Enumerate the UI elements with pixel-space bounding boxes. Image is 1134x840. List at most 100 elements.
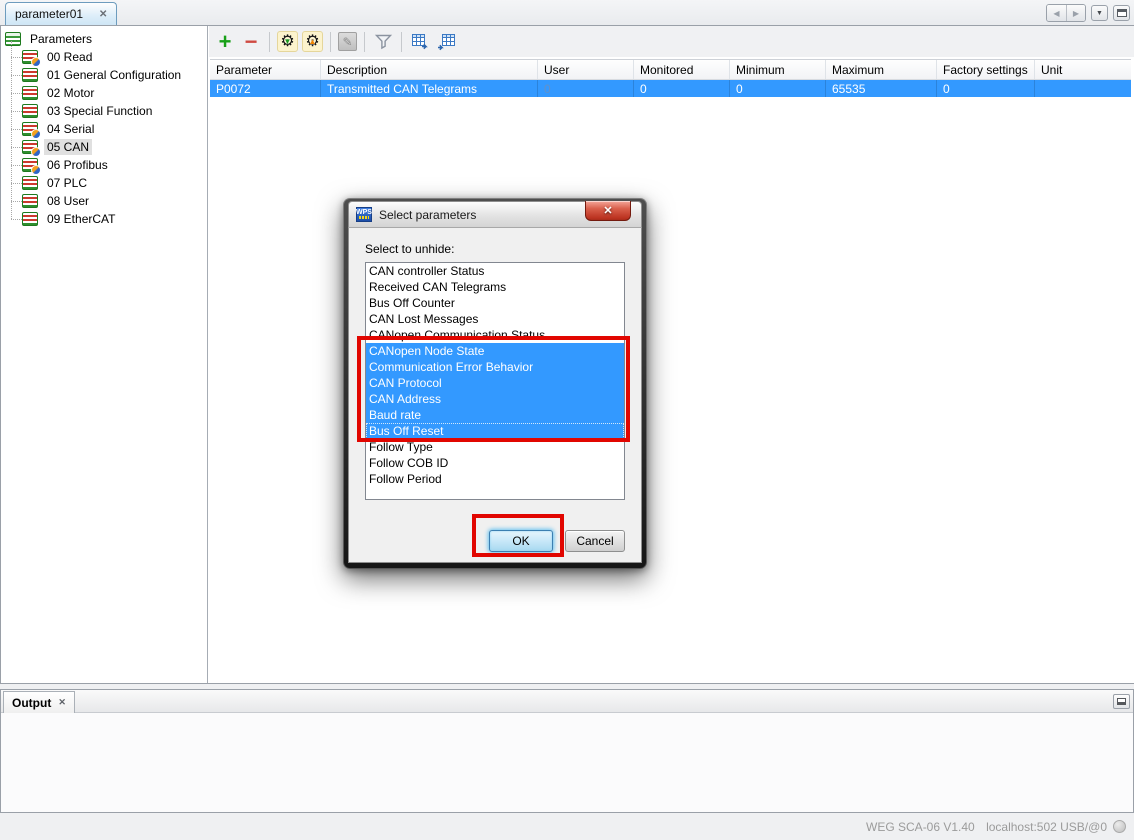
tree-connector (11, 57, 22, 58)
column-header-description[interactable]: Description (321, 60, 538, 79)
filter-button[interactable] (372, 31, 394, 53)
output-minimize-button[interactable] (1113, 694, 1130, 709)
parameter-tree-panel: Parameters 00 Read 01 General Configurat… (1, 26, 208, 683)
list-item[interactable]: CANopen Communication Status (366, 327, 624, 343)
dialog-title: Select parameters (379, 208, 476, 222)
status-text: WEG SCA-06 V1.40 localhost:502 USB/@0 (866, 820, 1107, 834)
tree-item-label: 04 Serial (44, 121, 97, 137)
tree-connector (11, 201, 22, 202)
tree-item-06-profibus[interactable]: 06 Profibus (1, 156, 207, 174)
tree-connector (11, 111, 22, 112)
list-item[interactable]: Follow Period (366, 471, 624, 487)
tree-item-label: 01 General Configuration (44, 67, 184, 83)
status-bar: WEG SCA-06 V1.40 localhost:502 USB/@0 (0, 813, 1134, 840)
write-to-device-button[interactable]: ⚙ ▲ (302, 31, 323, 52)
tree-item-05-can[interactable]: 05 CAN (1, 138, 207, 156)
parameter-table: Parameter Description User Monitored Min… (210, 59, 1131, 97)
ok-button[interactable]: OK (489, 530, 553, 552)
add-parameter-button[interactable]: + (214, 31, 236, 53)
tree-item-07-plc[interactable]: 07 PLC (1, 174, 207, 192)
list-item[interactable]: Follow COB ID (366, 455, 624, 471)
tree-root-label: Parameters (27, 31, 95, 47)
list-item-selected[interactable]: CANopen Node State (366, 343, 624, 359)
tree-item-label: 02 Motor (44, 85, 97, 101)
cell-maximum: 65535 (826, 80, 937, 97)
parameter-toolbar: + − ⚙ ▼ ⚙ ▲ ✎ (209, 26, 1134, 57)
column-header-minimum[interactable]: Minimum (730, 60, 826, 79)
editor-area-controls: ◀ ▶ ▼ (1046, 4, 1130, 22)
tab-close-icon[interactable]: ✕ (99, 9, 107, 20)
cell-user: 0 (538, 80, 634, 97)
tree-item-label: 03 Special Function (44, 103, 155, 119)
table-export-icon (411, 32, 430, 51)
edit-parameter-button-disabled[interactable]: ✎ (338, 32, 357, 51)
list-item-selected[interactable]: Baud rate (366, 407, 624, 423)
list-item[interactable]: Received CAN Telegrams (366, 279, 624, 295)
remove-parameter-button[interactable]: − (240, 31, 262, 53)
list-item[interactable]: CAN Lost Messages (366, 311, 624, 327)
tree-item-03-special-function[interactable]: 03 Special Function (1, 102, 207, 120)
tree-item-02-motor[interactable]: 02 Motor (1, 84, 207, 102)
list-item-selected[interactable]: CAN Address (366, 391, 624, 407)
table-row-p0072-selected[interactable]: P0072 Transmitted CAN Telegrams 0 0 0 65… (210, 80, 1131, 97)
import-table-button[interactable] (435, 31, 457, 53)
tree-connector (11, 147, 22, 148)
tree-item-label: 08 User (44, 193, 92, 209)
tree-connector (11, 219, 22, 220)
parameter-table-icon (22, 86, 38, 100)
dialog-instruction-label: Select to unhide: (365, 242, 641, 256)
read-from-device-button[interactable]: ⚙ ▼ (277, 31, 298, 52)
parameter-table-badge-icon (22, 50, 38, 64)
cancel-button[interactable]: Cancel (565, 530, 625, 552)
parameter-table-badge-icon (22, 158, 38, 172)
unhide-parameter-listbox: CAN controller Status Received CAN Teleg… (365, 262, 625, 500)
list-item[interactable]: Bus Off Counter (366, 295, 624, 311)
application-window: parameter01 ✕ ◀ ▶ ▼ Parameters (0, 0, 1134, 840)
parameter-table-icon (22, 68, 38, 82)
tree-item-00-read[interactable]: 00 Read (1, 48, 207, 66)
tree-item-09-ethercat[interactable]: 09 EtherCAT (1, 210, 207, 228)
tree-root-parameters[interactable]: Parameters (1, 30, 207, 48)
column-header-factory-settings[interactable]: Factory settings (937, 60, 1035, 79)
tree-item-04-serial[interactable]: 04 Serial (1, 120, 207, 138)
cell-description: Transmitted CAN Telegrams (321, 80, 538, 97)
forward-button[interactable]: ▶ (1066, 5, 1085, 21)
tab-parameter01[interactable]: parameter01 ✕ (5, 2, 117, 25)
list-item[interactable]: Follow Type (366, 439, 624, 455)
column-header-user[interactable]: User (538, 60, 634, 79)
output-panel: Output ✕ (0, 689, 1134, 813)
back-button[interactable]: ◀ (1047, 5, 1066, 21)
chevron-down-icon: ▼ (1096, 10, 1103, 17)
tree-item-01-general-configuration[interactable]: 01 General Configuration (1, 66, 207, 84)
dialog-close-button[interactable]: ✕ (585, 201, 631, 221)
toolbar-separator (401, 32, 402, 52)
cell-unit (1035, 80, 1131, 97)
tree-connector (11, 93, 22, 94)
editor-tab-strip: parameter01 ✕ ◀ ▶ ▼ (0, 0, 1134, 25)
view-menu-button[interactable]: ▼ (1091, 5, 1108, 21)
minimize-icon (1117, 698, 1126, 705)
list-item-selected-focused[interactable]: Bus Off Reset (366, 423, 624, 439)
tab-output[interactable]: Output ✕ (3, 691, 75, 713)
export-table-button[interactable] (409, 31, 431, 53)
maximize-view-button[interactable] (1113, 5, 1130, 21)
output-tab-close-icon[interactable]: ✕ (58, 697, 66, 708)
app-version-text: WEG SCA-06 V1.40 (866, 820, 975, 834)
column-header-parameter[interactable]: Parameter (210, 60, 321, 79)
list-item[interactable]: CAN controller Status (366, 263, 624, 279)
table-header-row: Parameter Description User Monitored Min… (210, 59, 1131, 80)
list-item-selected[interactable]: Communication Error Behavior (366, 359, 624, 375)
tree-item-label: 06 Profibus (44, 157, 111, 173)
tree-connector (11, 183, 22, 184)
column-header-maximum[interactable]: Maximum (826, 60, 937, 79)
tree-connector (11, 75, 22, 76)
list-item-selected[interactable]: CAN Protocol (366, 375, 624, 391)
column-header-monitored[interactable]: Monitored (634, 60, 730, 79)
dialog-titlebar[interactable]: WPS Select parameters ✕ (348, 201, 642, 227)
plus-icon: + (219, 31, 232, 53)
output-tab-label: Output (12, 696, 51, 710)
maximize-icon (1117, 9, 1127, 17)
tree-item-08-user[interactable]: 08 User (1, 192, 207, 210)
column-header-unit[interactable]: Unit (1035, 60, 1131, 79)
tab-label: parameter01 (15, 7, 83, 21)
